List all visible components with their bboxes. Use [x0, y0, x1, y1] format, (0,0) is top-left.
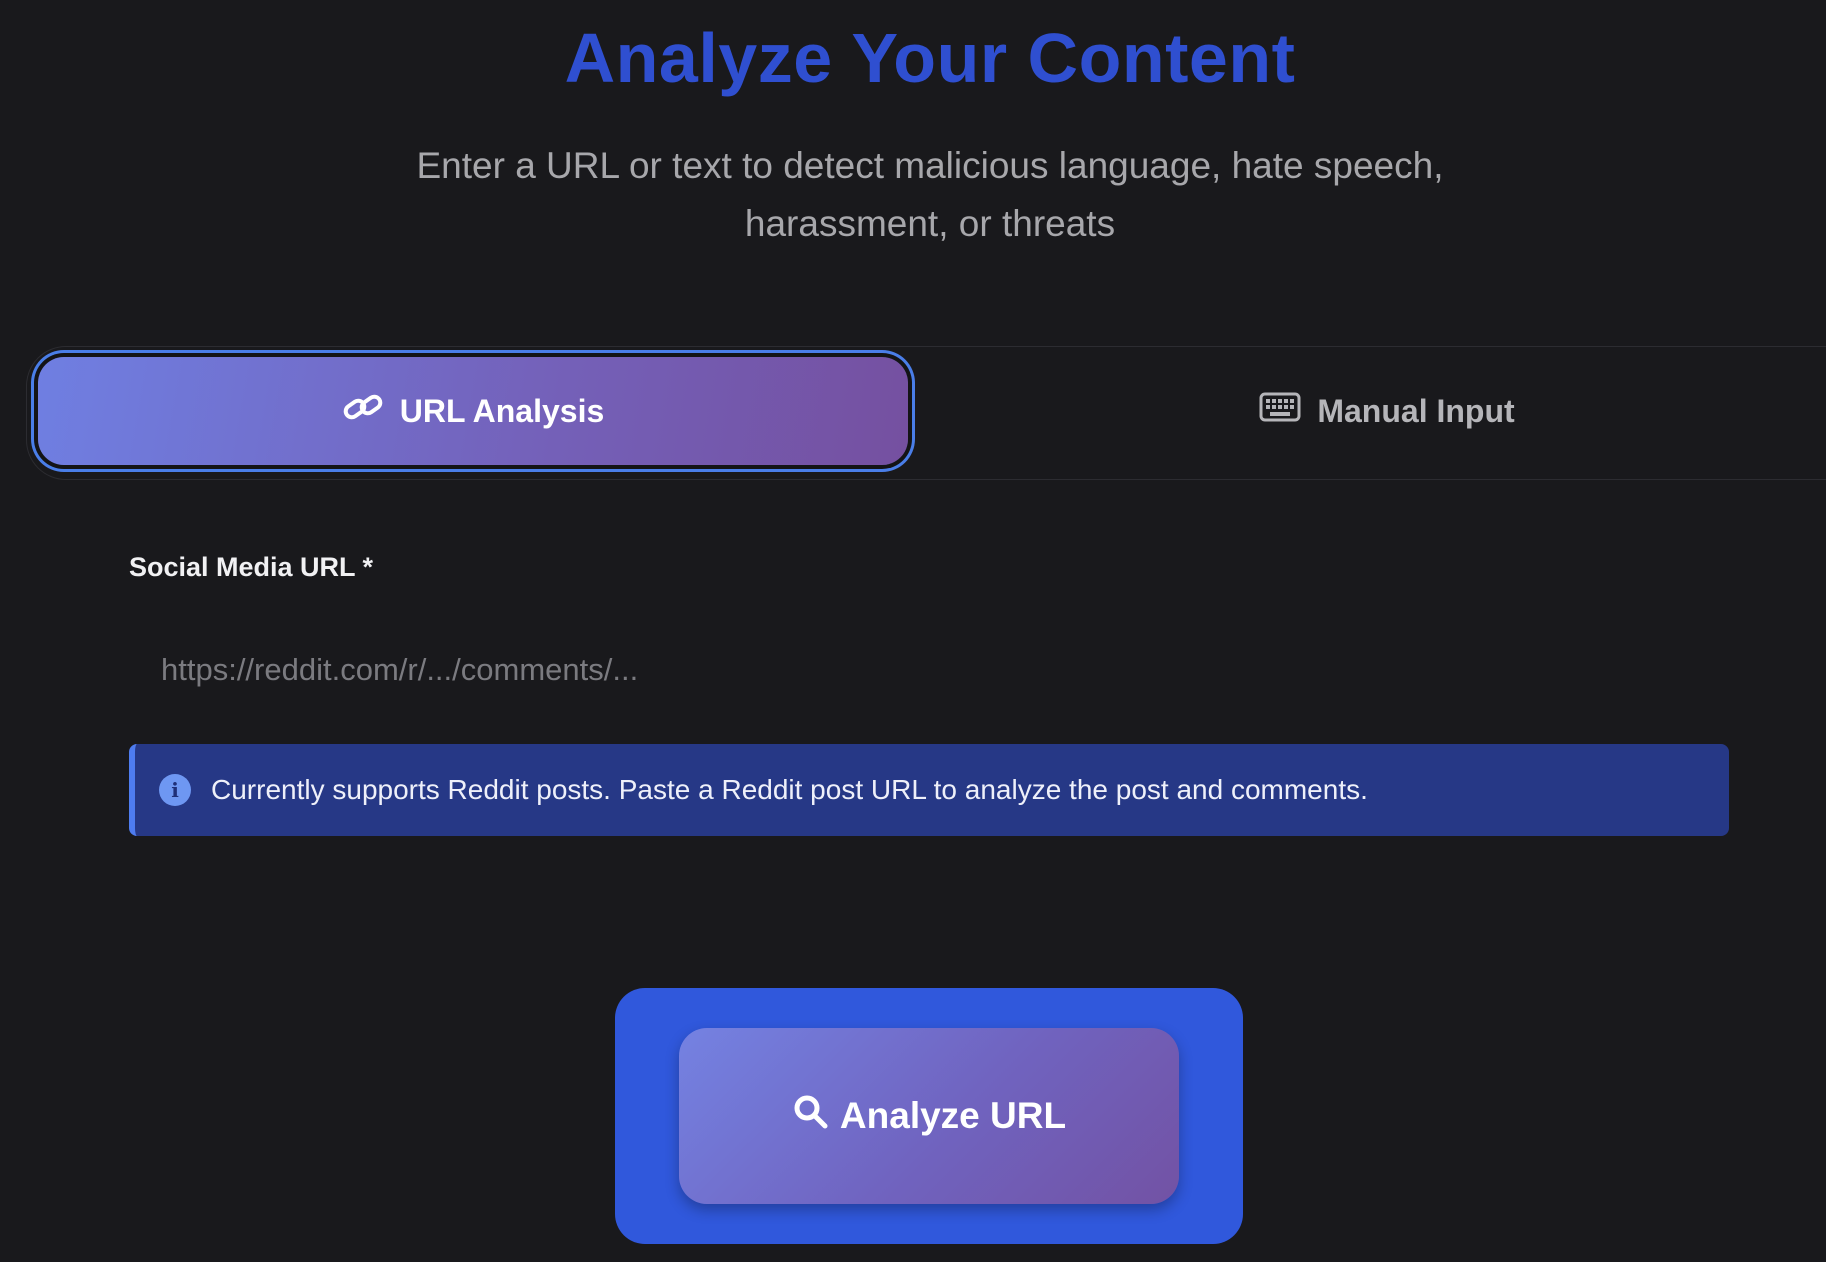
keyboard-icon — [1259, 392, 1301, 430]
info-icon: i — [159, 774, 191, 806]
info-banner-text: Currently supports Reddit posts. Paste a… — [211, 774, 1368, 805]
tab-manual-input[interactable]: Manual Input — [912, 357, 1826, 465]
subtitle-line-1: Enter a URL or text to detect malicious … — [416, 145, 1444, 186]
page-subtitle: Enter a URL or text to detect malicious … — [370, 137, 1490, 253]
analyze-url-button-label: Analyze URL — [839, 1095, 1067, 1136]
analyze-button-focus-frame: Analyze URL — [615, 988, 1243, 1244]
tab-manual-input-label: Manual Input — [1317, 392, 1515, 429]
url-field-label: Social Media URL * — [129, 552, 374, 582]
tab-url-analysis-label: URL Analysis — [399, 392, 605, 429]
search-icon — [792, 1093, 830, 1140]
url-input[interactable] — [129, 630, 1729, 710]
analyze-url-button[interactable]: Analyze URL — [679, 1028, 1179, 1204]
analysis-mode-tabs: URL Analysis Manual Input — [26, 346, 1826, 480]
subtitle-line-2: harassment, or threats — [744, 203, 1116, 244]
tab-url-analysis[interactable]: URL Analysis — [38, 357, 908, 465]
page-title: Analyze Your Content — [564, 19, 1296, 97]
info-banner: i Currently supports Reddit posts. Paste… — [129, 744, 1729, 836]
link-icon — [342, 389, 384, 433]
